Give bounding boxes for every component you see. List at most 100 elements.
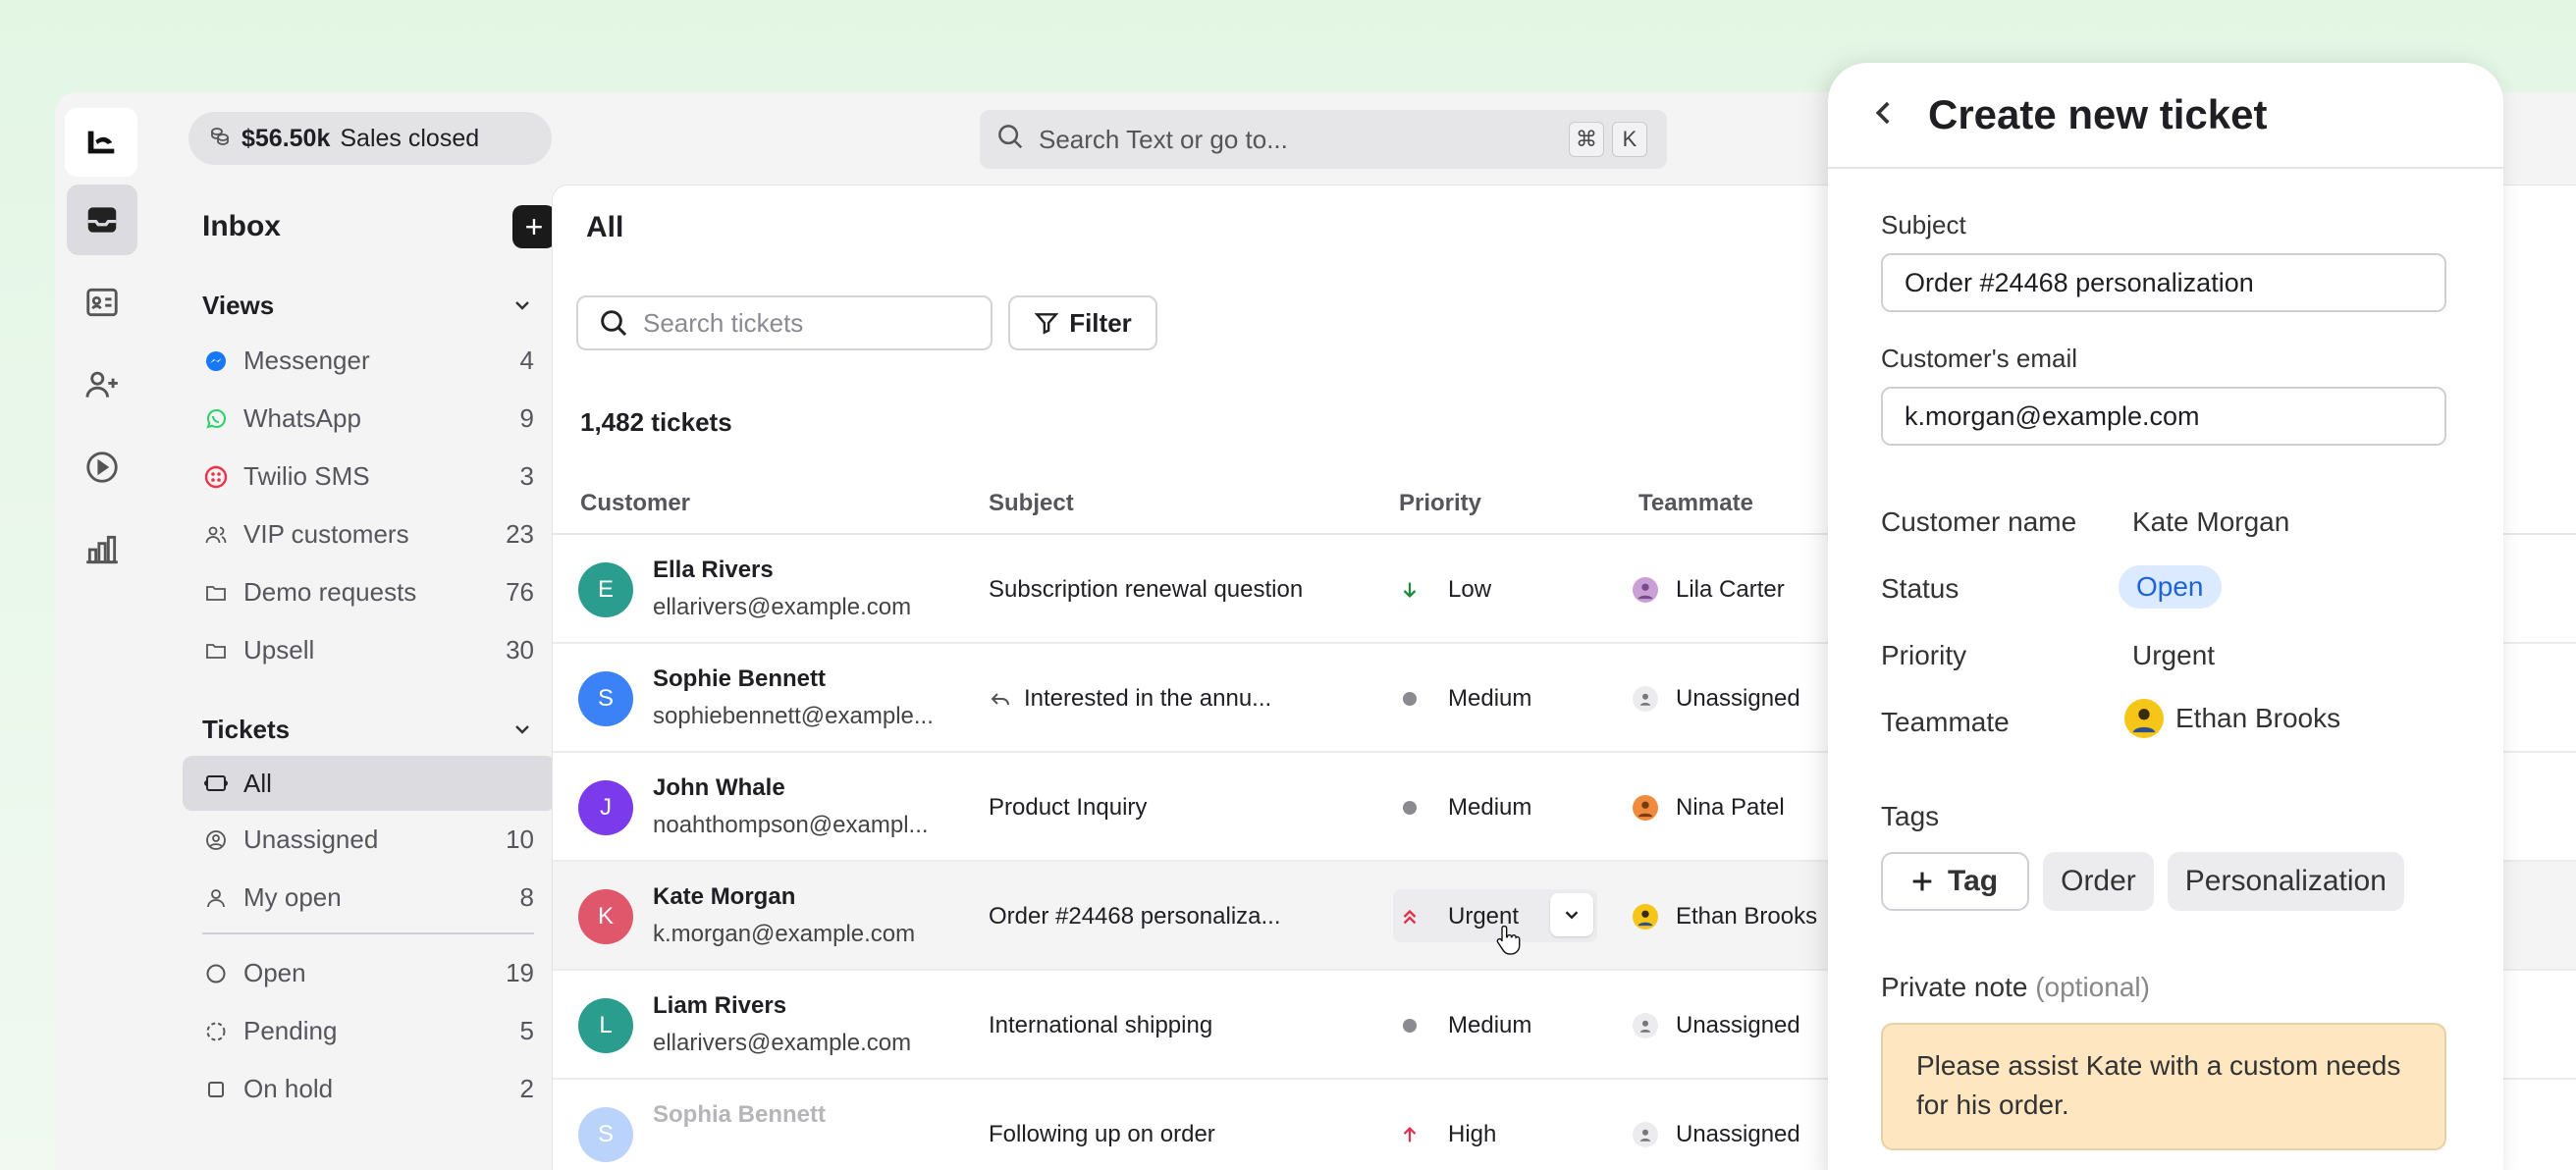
private-note-label: Private note (optional) [1881, 972, 2150, 1003]
sidebar-item-upsell[interactable]: Upsell 30 [183, 621, 556, 679]
sidebar-item-messenger[interactable]: Messenger 4 [183, 332, 556, 390]
avatar: L [578, 998, 633, 1053]
teammate-cell[interactable]: Unassigned [1633, 1121, 1800, 1148]
sidebar-item-twilio[interactable]: Twilio SMS 3 [183, 448, 556, 505]
column-header-priority[interactable]: Priority [1399, 490, 1481, 517]
customer-name: Liam Rivers [653, 992, 787, 1019]
tags-label: Tags [1881, 801, 1940, 831]
priority-cell[interactable]: High [1399, 1121, 1496, 1148]
customer-email-field[interactable]: k.morgan@example.com [1881, 387, 2446, 446]
sidebar-item-count: 23 [506, 519, 534, 549]
new-inbox-button[interactable]: + [512, 205, 556, 248]
panel-title: Create new ticket [1928, 91, 2268, 137]
ticket-subject: Order #24468 personaliza... [989, 903, 1281, 931]
teammate-cell[interactable]: Ethan Brooks [1633, 903, 1817, 931]
square-icon [202, 1078, 230, 1101]
tickets-section-header[interactable]: Tickets [183, 703, 556, 756]
teammate-cell[interactable]: Unassigned [1633, 1012, 1800, 1039]
filter-icon [1034, 313, 1059, 335]
inbox-nav-icon[interactable] [67, 185, 137, 255]
teammate-name: Ethan Brooks [1676, 903, 1818, 930]
customer-name-value[interactable]: Kate Morgan [2132, 506, 2289, 538]
add-tag-button[interactable]: Tag [1881, 852, 2030, 911]
ticket-search-placeholder: Search tickets [643, 307, 804, 338]
sidebar-item-whatsapp[interactable]: WhatsApp 9 [183, 390, 556, 448]
ticket-subject: Following up on order [989, 1121, 1215, 1148]
arrow-down-icon [1399, 578, 1421, 602]
sales-closed-pill[interactable]: $56.50k Sales closed [188, 112, 552, 165]
contacts-nav-icon[interactable] [67, 267, 137, 338]
priority-cell[interactable]: Medium [1399, 794, 1531, 822]
circle-icon [202, 962, 230, 985]
customer-name: Sophia Bennett [653, 1101, 827, 1128]
back-button[interactable] [1867, 96, 1901, 134]
priority-cell[interactable]: Medium [1399, 685, 1531, 713]
status-field[interactable]: Open [2119, 565, 2222, 609]
customer-name: John Whale [653, 774, 785, 801]
customer-name-label: Customer name [1881, 506, 2077, 537]
sidebar-item-label: Twilio SMS [243, 461, 370, 491]
filter-button[interactable]: Filter [1008, 295, 1157, 350]
subject-text: Order #24468 personaliza... [989, 903, 1281, 930]
teammate-name: Lila Carter [1676, 576, 1785, 603]
dashed-circle-icon [202, 1020, 230, 1043]
team-nav-icon[interactable] [67, 349, 137, 420]
global-search-input[interactable]: Search Text or go to... ⌘ K [980, 110, 1667, 169]
ticket-subject: Subscription renewal question [989, 576, 1303, 604]
sidebar-item-unassigned[interactable]: Unassigned 10 [183, 811, 556, 869]
priority-value[interactable]: Urgent [2132, 640, 2215, 671]
sidebar-item-on-hold[interactable]: On hold 2 [183, 1060, 556, 1118]
unassigned-icon [1633, 1013, 1658, 1038]
coins-icon [208, 124, 232, 154]
sidebar-item-count: 8 [519, 882, 534, 912]
teammate-name: Unassigned [1676, 1012, 1800, 1038]
sidebar-item-my-open[interactable]: My open 8 [183, 869, 556, 927]
subject-text: Subscription renewal question [989, 576, 1304, 603]
column-header-teammate[interactable]: Teammate [1638, 490, 1753, 517]
priority-cell[interactable]: Low [1399, 576, 1491, 604]
double-chevron-up-icon [1399, 905, 1421, 929]
column-header-customer[interactable]: Customer [580, 490, 690, 517]
teammate-field[interactable]: Ethan Brooks [2124, 699, 2340, 738]
dot-icon [1399, 1019, 1421, 1033]
dot-icon [1399, 692, 1421, 706]
teammate-cell[interactable]: Unassigned [1633, 685, 1800, 713]
column-header-subject[interactable]: Subject [989, 490, 1074, 517]
sidebar-item-demo-requests[interactable]: Demo requests 76 [183, 563, 556, 621]
priority-label: Medium [1448, 794, 1532, 821]
customer-name: Sophie Bennett [653, 665, 827, 692]
sidebar-item-open[interactable]: Open 19 [183, 944, 556, 1002]
logo[interactable] [65, 108, 137, 177]
teammate-cell[interactable]: Nina Patel [1633, 794, 1785, 822]
priority-cell[interactable]: Medium [1399, 1012, 1531, 1039]
subject-text: Following up on order [989, 1121, 1215, 1147]
play-nav-icon[interactable] [67, 432, 137, 503]
ticket-icon [202, 771, 230, 795]
sidebar-item-pending[interactable]: Pending 5 [183, 1002, 556, 1060]
sidebar-item-label: Upsell [243, 635, 315, 665]
teammate-avatar [2124, 699, 2164, 738]
priority-dropdown-button[interactable] [1550, 893, 1593, 936]
chevron-down-icon [1565, 911, 1579, 920]
teammate-name: Unassigned [1676, 685, 1800, 712]
teammate-cell[interactable]: Lila Carter [1633, 576, 1785, 604]
arrow-up-icon [1399, 1123, 1421, 1146]
priority-label: Medium [1448, 685, 1532, 712]
priority-label: High [1448, 1121, 1497, 1147]
hand-cursor-icon [1495, 923, 1523, 961]
tag-chip[interactable]: Personalization [2167, 852, 2404, 911]
whatsapp-icon [202, 407, 230, 431]
sidebar-item-vip-customers[interactable]: VIP customers 23 [183, 505, 556, 563]
views-section-header[interactable]: Views [183, 279, 556, 332]
ticket-search-input[interactable]: Search tickets [576, 295, 993, 350]
reports-nav-icon[interactable] [67, 514, 137, 585]
inbox-header: Inbox + [183, 200, 556, 253]
sidebar-item-all[interactable]: All [183, 756, 556, 811]
tag-chip[interactable]: Order [2043, 852, 2154, 911]
private-note-field[interactable]: Please assist Kate with a custom needs f… [1881, 1023, 2446, 1150]
customer-email: sophiebennett@example... [653, 703, 934, 729]
chevron-down-icon [515, 301, 529, 310]
users-icon [202, 523, 230, 547]
subject-field[interactable]: Order #24468 personalization [1881, 253, 2446, 312]
subject-text: Product Inquiry [989, 794, 1148, 821]
